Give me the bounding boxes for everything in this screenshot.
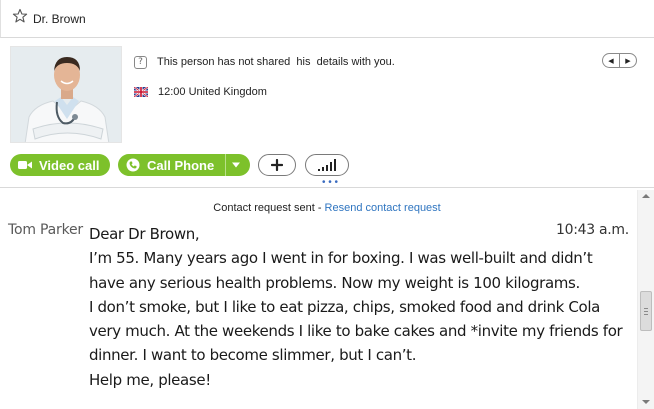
profile-pager: ◀ ▶ [602,53,637,68]
conversation-scrollbar[interactable] [637,190,654,409]
scrollbar-thumb[interactable] [640,291,652,331]
contact-request-text: Contact request sent - [213,202,325,214]
question-icon: ? [134,55,147,69]
message-line: very much. At the weekends I like to bak… [89,322,623,341]
plus-icon [271,159,283,171]
uk-flag-icon [134,87,148,97]
signal-bars-icon [318,159,336,171]
more-dots-icon[interactable]: • • • [322,178,338,188]
button-divider [225,154,226,176]
contact-name: Dr. Brown [33,12,86,26]
add-button[interactable] [258,154,296,176]
doctor-photo [11,47,121,142]
message-line: I’m 55. Many years ago I went in for box… [89,249,593,268]
section-divider [0,187,654,188]
profile-photo[interactable] [10,46,122,143]
call-phone-button[interactable]: Call Phone [118,154,250,176]
message-line: Dear Dr Brown, [89,225,200,243]
message-sender: Tom Parker [8,222,83,238]
message-line: dinner. I want to become slimmer, but I … [89,346,417,365]
message-line: Help me, please! [89,370,211,389]
star-icon[interactable] [12,8,28,24]
next-arrow-icon[interactable]: ▶ [619,54,636,67]
details-status-text: This person has not shared his details w… [157,56,395,68]
local-time-row: 12:00 United Kingdom [134,84,267,100]
message-line: have any serious health problems. Now my… [89,273,580,292]
scroll-down-arrow-icon[interactable] [642,400,650,404]
scroll-up-arrow-icon[interactable] [642,194,650,198]
chevron-down-icon[interactable] [231,154,241,176]
message-body: Dear Dr Brown, I’m 55. Many years ago I … [89,222,623,392]
video-camera-icon [18,161,32,169]
previous-arrow-icon[interactable]: ◀ [603,54,619,67]
call-phone-label: Call Phone [147,157,215,173]
local-time-text: 12:00 United Kingdom [158,86,267,98]
details-status-row: ? This person has not shared his details… [134,54,395,70]
conversation-header: Dr. Brown [0,0,654,38]
phone-icon [126,158,140,172]
resend-contact-request-link[interactable]: Resend contact request [325,202,441,214]
message-line: I don’t smoke, but I like to eat pizza, … [89,297,601,316]
contact-request-notice: Contact request sent - Resend contact re… [0,202,654,214]
call-quality-button[interactable] [305,154,349,176]
video-call-button[interactable]: Video call [10,154,110,176]
video-call-label: Video call [39,157,100,173]
